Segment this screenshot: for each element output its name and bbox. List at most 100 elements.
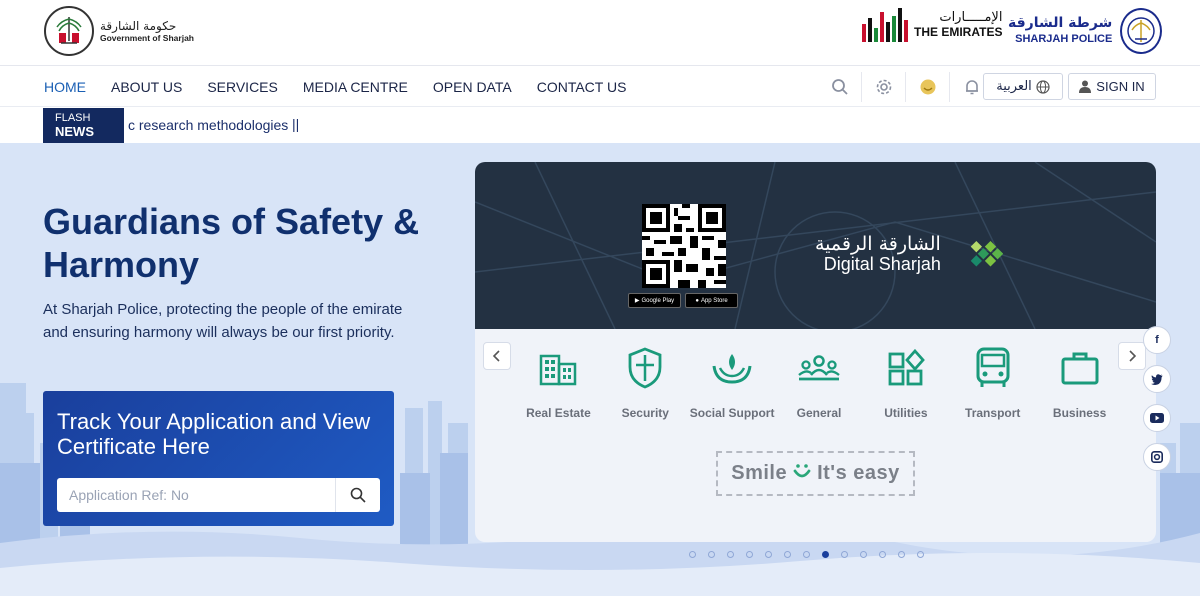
app-store-badge[interactable]: ● App Store bbox=[685, 293, 738, 308]
nav-contact-us[interactable]: CONTACT US bbox=[537, 79, 627, 95]
search-icon[interactable] bbox=[818, 72, 862, 102]
shield-icon bbox=[623, 346, 667, 390]
nav-open-data[interactable]: OPEN DATA bbox=[433, 79, 512, 95]
nav-about-us[interactable]: ABOUT US bbox=[111, 79, 182, 95]
service-label: Security bbox=[621, 406, 669, 420]
police-emblem-icon bbox=[1120, 8, 1163, 54]
sign-in-button[interactable]: SIGN IN bbox=[1068, 73, 1156, 100]
apple-icon: ● bbox=[695, 297, 699, 304]
carousel-dot[interactable] bbox=[746, 551, 753, 558]
smile-text: Smile bbox=[731, 462, 788, 484]
carousel-dot[interactable] bbox=[765, 551, 772, 558]
service-label: Social Support bbox=[689, 406, 775, 420]
top-header: حكومة الشارقة Government of Sharjah الإم… bbox=[0, 0, 1200, 66]
flash-news-ticker[interactable]: c research methodologies bbox=[128, 117, 288, 133]
emirates-bars-icon bbox=[862, 8, 908, 42]
flash-label-line2: NEWS bbox=[55, 123, 94, 139]
play-icon: ▶ bbox=[634, 298, 640, 304]
chevron-right-icon bbox=[1129, 350, 1137, 362]
track-card-title: Track Your Application and View Certific… bbox=[57, 409, 371, 459]
twitter-icon[interactable] bbox=[1143, 365, 1171, 393]
shapes-icon bbox=[884, 346, 928, 390]
service-real-estate[interactable]: Real Estate bbox=[515, 346, 602, 420]
service-security[interactable]: Security bbox=[602, 346, 689, 420]
carousel-dot[interactable] bbox=[917, 551, 924, 558]
government-of-sharjah-logo[interactable]: حكومة الشارقة Government of Sharjah bbox=[44, 6, 194, 56]
nav-services[interactable]: SERVICES bbox=[207, 79, 278, 95]
globe-icon bbox=[1036, 79, 1050, 94]
services-panel: ▶ Google Play ● App Store الشارقة الرقمية … bbox=[475, 162, 1156, 542]
nav-media-centre[interactable]: MEDIA CENTRE bbox=[303, 79, 408, 95]
service-label: General bbox=[796, 406, 842, 420]
carousel-dot[interactable] bbox=[803, 551, 810, 558]
flash-news-label: FLASH NEWS bbox=[43, 108, 124, 143]
gov-logo-english: Government of Sharjah bbox=[100, 33, 194, 44]
google-play-label: Google Play bbox=[641, 297, 675, 304]
services-carousel: Real Estate Security Social Support Gene… bbox=[515, 346, 1123, 420]
police-english: SHARJAH POLICE bbox=[1015, 32, 1113, 45]
qr-code bbox=[642, 204, 726, 288]
emirates-arabic: الإمـــــارات bbox=[939, 10, 1003, 26]
flash-label-line1: FLASH bbox=[55, 112, 91, 124]
sharjah-emblem-icon bbox=[44, 6, 94, 56]
digital-sharjah-banner[interactable]: ▶ Google Play ● App Store الشارقة الرقمية … bbox=[475, 162, 1156, 329]
ticker-pause-button[interactable]: || bbox=[292, 116, 299, 132]
track-application-card: Track Your Application and View Certific… bbox=[43, 391, 394, 526]
gov-logo-arabic: حكومة الشارقة bbox=[100, 18, 177, 33]
carousel-dot[interactable] bbox=[860, 551, 867, 558]
service-general[interactable]: General bbox=[776, 346, 863, 420]
smile-face-icon bbox=[791, 460, 813, 488]
digital-sharjah-english: Digital Sharjah bbox=[823, 253, 941, 274]
search-icon bbox=[350, 487, 366, 503]
service-transport[interactable]: Transport bbox=[949, 346, 1036, 420]
carousel-dot[interactable] bbox=[898, 551, 905, 558]
flash-news-bar: FLASH NEWS c research methodologies || bbox=[0, 107, 1200, 143]
emirates-english: THE EMIRATES bbox=[914, 24, 1003, 39]
carousel-dot[interactable] bbox=[708, 551, 715, 558]
service-label: Utilities bbox=[884, 406, 928, 420]
building-icon bbox=[536, 346, 580, 390]
carousel-dot[interactable] bbox=[689, 551, 696, 558]
main-navigation: HOME ABOUT US SERVICES MEDIA CENTRE OPEN… bbox=[0, 67, 1200, 107]
hero-title: Guardians of Safety & Harmony bbox=[43, 201, 420, 285]
instagram-icon[interactable] bbox=[1143, 443, 1171, 471]
people-group-icon bbox=[797, 346, 841, 390]
carousel-dot[interactable] bbox=[727, 551, 734, 558]
nav-home[interactable]: HOME bbox=[44, 79, 86, 95]
bus-icon bbox=[971, 346, 1015, 390]
track-search-button[interactable] bbox=[335, 478, 380, 512]
language-switch-button[interactable]: العربية bbox=[983, 73, 1063, 100]
sign-in-label: SIGN IN bbox=[1096, 79, 1145, 94]
language-label: العربية bbox=[996, 79, 1032, 94]
digital-sharjah-arabic: الشارقة الرقمية bbox=[815, 233, 941, 255]
service-label: Transport bbox=[965, 406, 1021, 420]
sprout-hands-icon bbox=[710, 346, 754, 390]
its-easy-text: It's easy bbox=[817, 462, 900, 484]
the-emirates-logo[interactable]: الإمـــــارات THE EMIRATES bbox=[862, 8, 1002, 42]
service-business[interactable]: Business bbox=[1036, 346, 1123, 420]
carousel-dot[interactable] bbox=[784, 551, 791, 558]
user-icon bbox=[1079, 80, 1092, 93]
digital-sharjah-logo-icon bbox=[961, 234, 1004, 287]
carousel-pagination bbox=[689, 551, 924, 558]
nav-tools bbox=[818, 72, 994, 102]
youtube-icon[interactable] bbox=[1143, 404, 1171, 432]
sharjah-police-logo[interactable]: شرطة الشارقة SHARJAH POLICE bbox=[1008, 8, 1163, 54]
facebook-icon[interactable]: f bbox=[1143, 326, 1171, 354]
google-play-badge[interactable]: ▶ Google Play bbox=[628, 293, 681, 308]
services-prev-arrow[interactable] bbox=[483, 342, 511, 370]
police-arabic: شرطة الشارقة bbox=[1008, 15, 1113, 32]
carousel-dot[interactable] bbox=[841, 551, 848, 558]
service-social-support[interactable]: Social Support bbox=[689, 346, 776, 420]
gear-icon[interactable] bbox=[862, 72, 906, 102]
carousel-dot[interactable] bbox=[822, 551, 829, 558]
app-store-label: App Store bbox=[700, 297, 728, 304]
chevron-left-icon bbox=[492, 350, 500, 362]
accessibility-icon[interactable] bbox=[906, 72, 950, 102]
carousel-dot[interactable] bbox=[879, 551, 886, 558]
service-utilities[interactable]: Utilities bbox=[862, 346, 949, 420]
briefcase-icon bbox=[1058, 346, 1102, 390]
hero-description: At Sharjah Police, protecting the people… bbox=[43, 301, 403, 341]
hero-section: Guardians of Safety & Harmony At Sharjah… bbox=[0, 143, 1200, 596]
application-ref-input[interactable] bbox=[57, 478, 335, 512]
